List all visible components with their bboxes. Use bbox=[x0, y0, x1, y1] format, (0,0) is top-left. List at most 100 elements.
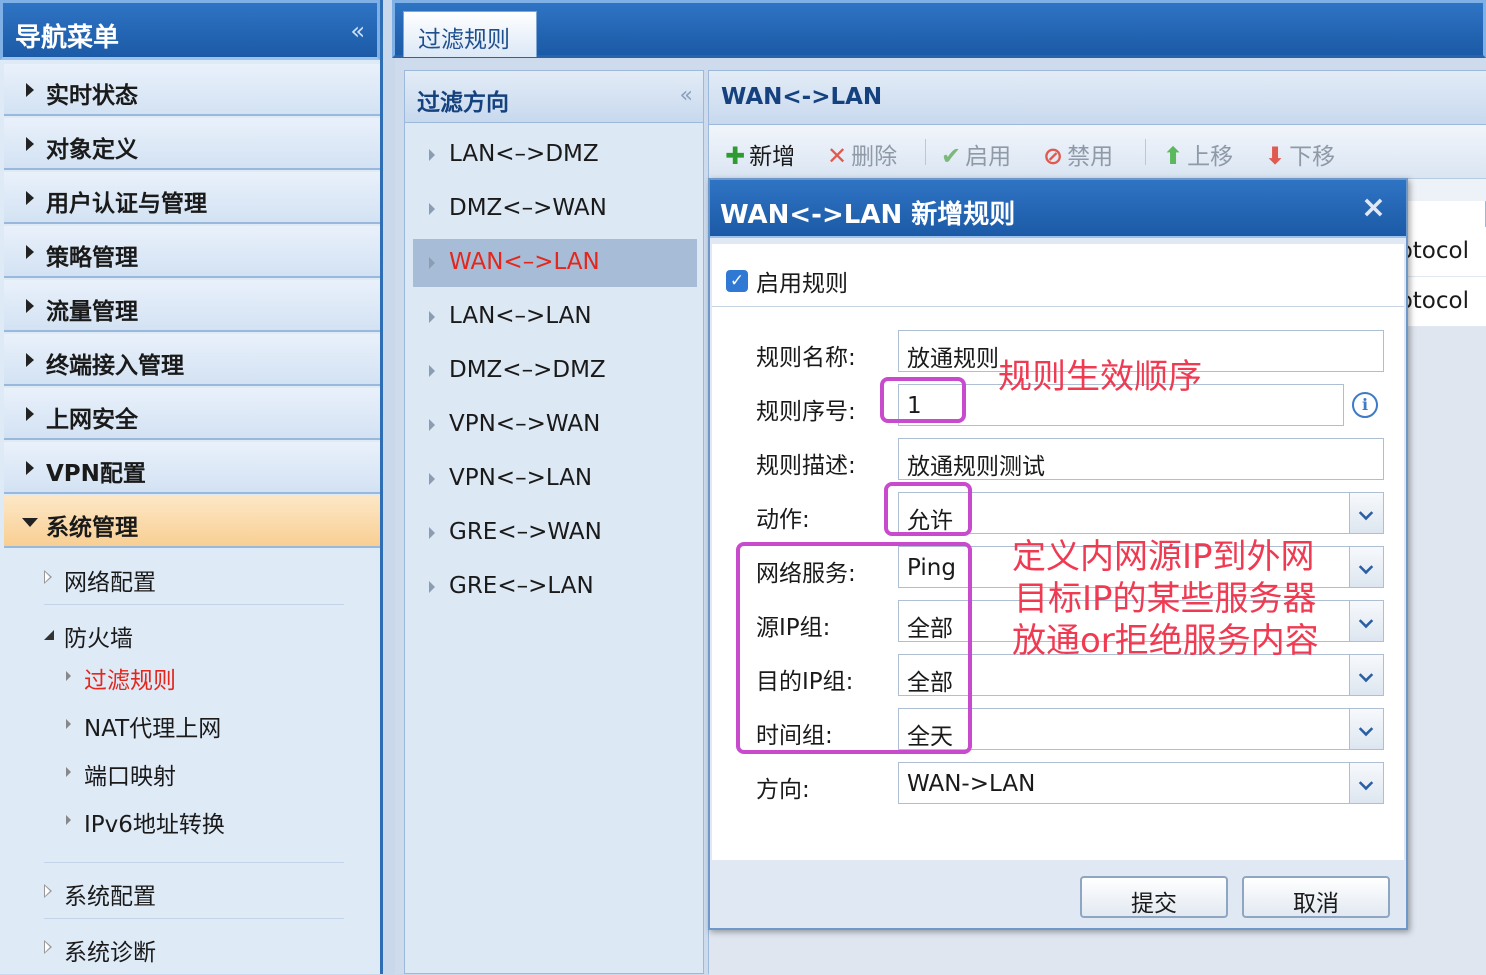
sub-item-network-config[interactable]: 网络配置 bbox=[64, 563, 156, 597]
info-icon[interactable]: i bbox=[1352, 392, 1378, 418]
sub-item-firewall[interactable]: 防火墙 bbox=[64, 619, 133, 653]
direction-label: 方向: bbox=[756, 777, 810, 803]
submit-button[interactable]: 提交 bbox=[1080, 876, 1228, 918]
nav-item-traffic[interactable]: 流量管理 bbox=[4, 280, 380, 332]
chevron-down-icon[interactable] bbox=[1349, 493, 1383, 533]
arrow-down-icon: ⬇ bbox=[1265, 142, 1286, 170]
direction-label: LAN<–>DMZ bbox=[449, 141, 599, 167]
expand-icon bbox=[44, 940, 52, 954]
nav-item-user-auth[interactable]: 用户认证与管理 bbox=[4, 172, 380, 224]
direction-label: DMZ<–>WAN bbox=[449, 195, 607, 221]
leaf-port-mapping[interactable]: 端口映射 bbox=[84, 757, 176, 791]
check-icon: ✔ bbox=[941, 142, 962, 170]
dialog-title: WAN<->LAN 新增规则 bbox=[720, 200, 1016, 230]
disable-button[interactable]: ⊘ 禁用 bbox=[1043, 137, 1113, 171]
annotation-order: 规则生效顺序 bbox=[998, 357, 1202, 397]
leaf-filter-rules[interactable]: 过滤规则 bbox=[84, 661, 176, 695]
dialog-footer: 提交 取消 bbox=[710, 860, 1406, 928]
collapse-icon[interactable]: « bbox=[350, 17, 365, 45]
nav-item-label: VPN配置 bbox=[46, 461, 146, 487]
chevron-right-icon bbox=[26, 299, 34, 313]
collapse-icon[interactable]: « bbox=[680, 83, 693, 108]
direction-item[interactable]: VPN<–>WAN bbox=[413, 401, 697, 449]
direction-item-selected[interactable]: WAN<–>LAN bbox=[413, 239, 697, 287]
disable-label: 禁用 bbox=[1067, 144, 1114, 170]
rule-name-label: 规则名称: bbox=[756, 345, 856, 371]
direction-label: GRE<–>WAN bbox=[449, 519, 602, 545]
chevron-right-icon bbox=[429, 419, 435, 431]
enable-button[interactable]: ✔ 启用 bbox=[941, 137, 1011, 171]
delete-button[interactable]: ✕ 删除 bbox=[827, 137, 897, 171]
direction-item[interactable]: GRE<–>LAN bbox=[413, 563, 697, 611]
chevron-down-icon[interactable] bbox=[1349, 547, 1383, 587]
nav-item-label: 策略管理 bbox=[46, 245, 138, 271]
nav-item-terminal-access[interactable]: 终端接入管理 bbox=[4, 334, 380, 386]
chevron-down-icon[interactable] bbox=[1349, 763, 1383, 803]
leaf-arrow-icon bbox=[66, 767, 71, 777]
nav-item-label: 实时状态 bbox=[46, 83, 138, 109]
direction-label: VPN<–>WAN bbox=[449, 411, 601, 437]
chevron-right-icon bbox=[26, 137, 34, 151]
rule-desc-label: 规则描述: bbox=[756, 453, 856, 479]
direction-select[interactable]: WAN->LAN bbox=[898, 762, 1384, 804]
add-button[interactable]: ✚ 新增 bbox=[725, 137, 795, 171]
nav-item-system-management[interactable]: 系统管理 bbox=[4, 496, 380, 548]
sub-item-system-diagnosis[interactable]: 系统诊断 bbox=[64, 933, 156, 967]
move-up-button[interactable]: ⬆ 上移 bbox=[1163, 137, 1233, 171]
leaf-nat-proxy[interactable]: NAT代理上网 bbox=[84, 709, 221, 743]
chevron-right-icon bbox=[429, 365, 435, 377]
enable-rule-label: 启用规则 bbox=[756, 271, 848, 297]
sub-item-system-config[interactable]: 系统配置 bbox=[64, 877, 156, 911]
chevron-right-icon bbox=[26, 191, 34, 205]
cancel-button[interactable]: 取消 bbox=[1242, 876, 1390, 918]
leaf-ipv6-translation[interactable]: IPv6地址转换 bbox=[84, 805, 225, 839]
leaf-arrow-icon bbox=[66, 719, 71, 729]
rule-desc-input[interactable]: 放通规则测试 bbox=[898, 438, 1384, 480]
chevron-down-icon[interactable] bbox=[1349, 655, 1383, 695]
direction-header: 过滤方向 « bbox=[405, 71, 703, 123]
enable-rule-checkbox[interactable]: ✓ bbox=[726, 270, 748, 292]
chevron-right-icon bbox=[429, 149, 435, 161]
chevron-right-icon bbox=[429, 581, 435, 593]
direction-label: WAN<–>LAN bbox=[449, 249, 600, 275]
arrow-up-icon: ⬆ bbox=[1163, 142, 1184, 170]
add-label: 新增 bbox=[749, 144, 796, 170]
direction-label: DMZ<–>DMZ bbox=[449, 357, 606, 383]
close-icon[interactable]: × bbox=[1361, 190, 1386, 225]
expand-icon bbox=[44, 884, 52, 898]
nav-item-internet-security[interactable]: 上网安全 bbox=[4, 388, 380, 440]
nav-item-policy[interactable]: 策略管理 bbox=[4, 226, 380, 278]
chevron-down-icon[interactable] bbox=[1349, 709, 1383, 749]
direction-item[interactable]: LAN<–>LAN bbox=[413, 293, 697, 341]
tab-filter-rules[interactable]: 过滤规则 bbox=[403, 11, 537, 57]
direction-panel: 过滤方向 « LAN<–>DMZ DMZ<–>WAN WAN<–>LAN LAN… bbox=[404, 70, 704, 974]
annotation-services-line2: 目标IP的某些服务器 bbox=[1014, 579, 1317, 619]
direction-item[interactable]: VPN<–>LAN bbox=[413, 455, 697, 503]
nav-item-realtime-status[interactable]: 实时状态 bbox=[4, 64, 380, 116]
navigation-menu: 导航菜单 « 实时状态 对象定义 用户认证与管理 策略管理 流量管理 终端接入管… bbox=[0, 0, 383, 974]
direction-item[interactable]: DMZ<–>DMZ bbox=[413, 347, 697, 395]
rule-toolbar: ✚ 新增 ✕ 删除 ✔ 启用 ⊘ 禁用 ⬆ 上移 ⬇ 下移 bbox=[709, 125, 1486, 179]
nav-item-label: 系统管理 bbox=[46, 515, 138, 541]
chevron-right-icon bbox=[429, 527, 435, 539]
nav-item-label: 对象定义 bbox=[46, 137, 138, 163]
nav-item-object-definition[interactable]: 对象定义 bbox=[4, 118, 380, 170]
direction-item[interactable]: DMZ<–>WAN bbox=[413, 185, 697, 233]
nav-title: 导航菜单 bbox=[15, 23, 120, 53]
nav-item-label: 终端接入管理 bbox=[46, 353, 184, 379]
move-down-button[interactable]: ⬇ 下移 bbox=[1265, 137, 1335, 171]
nav-item-vpn[interactable]: VPN配置 bbox=[4, 442, 380, 494]
direction-label: VPN<–>LAN bbox=[449, 465, 593, 491]
direction-item[interactable]: GRE<–>WAN bbox=[413, 509, 697, 557]
x-icon: ✕ bbox=[827, 142, 848, 170]
annotation-box-services bbox=[736, 542, 972, 754]
annotation-services-line1: 定义内网源IP到外网 bbox=[1012, 537, 1315, 577]
chevron-down-icon[interactable] bbox=[1349, 601, 1383, 641]
delete-label: 删除 bbox=[851, 144, 898, 170]
divider bbox=[44, 918, 344, 919]
direction-item[interactable]: LAN<–>DMZ bbox=[413, 131, 697, 179]
chevron-right-icon bbox=[429, 257, 435, 269]
tab-strip: 过滤规则 bbox=[392, 0, 1486, 58]
collapse-tree-icon bbox=[44, 630, 54, 640]
enable-label: 启用 bbox=[965, 144, 1012, 170]
